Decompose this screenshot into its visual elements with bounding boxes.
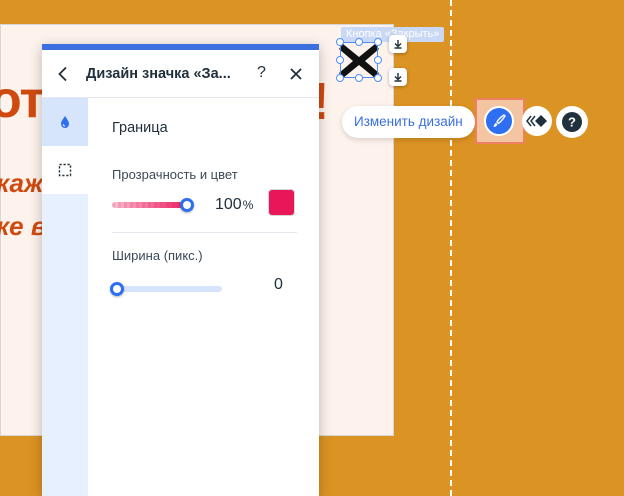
- resize-handle-b[interactable]: [355, 74, 363, 82]
- resize-handle-t[interactable]: [355, 38, 363, 46]
- width-label: Ширина (пикс.): [112, 248, 203, 263]
- canvas-headline: от: [0, 71, 45, 129]
- width-value[interactable]: 0: [274, 276, 283, 294]
- icon-design-panel: Дизайн значка «За... ? Граница Прозрачно…: [42, 44, 319, 496]
- border-color-swatch[interactable]: [268, 189, 295, 216]
- canvas-text-line-2: ке в: [0, 211, 47, 241]
- opacity-slider[interactable]: [112, 198, 194, 212]
- help-circle-icon: ?: [562, 112, 582, 132]
- section-title: Граница: [112, 120, 168, 136]
- design-brush-button[interactable]: [484, 106, 514, 136]
- opacity-unit: %: [242, 198, 254, 212]
- animation-button[interactable]: [522, 106, 552, 136]
- canvas-text-line-1: каж: [0, 168, 44, 198]
- resize-handle-l[interactable]: [336, 56, 344, 64]
- arrow-down-icon: [394, 73, 402, 82]
- help-button[interactable]: ?: [556, 106, 588, 138]
- animation-icon: [526, 115, 547, 127]
- width-slider-knob[interactable]: [110, 282, 124, 296]
- resize-handle-bl[interactable]: [336, 74, 344, 82]
- opacity-number: 100: [215, 196, 242, 213]
- selection-box[interactable]: [340, 42, 378, 78]
- anchor-button[interactable]: [389, 68, 407, 86]
- tab-fill[interactable]: [42, 98, 88, 146]
- opacity-value[interactable]: 100%: [215, 196, 253, 214]
- brush-icon: [493, 114, 506, 127]
- svg-text:?: ?: [568, 115, 576, 130]
- resize-handle-br[interactable]: [374, 74, 382, 82]
- change-design-button[interactable]: Изменить дизайн: [342, 106, 475, 138]
- resize-handle-tr[interactable]: [374, 38, 382, 46]
- back-arrow-icon[interactable]: [56, 66, 70, 82]
- close-icon[interactable]: [289, 67, 303, 81]
- panel-title: Дизайн значка «За...: [86, 66, 231, 82]
- panel-header: Дизайн значка «За... ?: [42, 50, 319, 98]
- panel-side-tabs: [42, 98, 88, 496]
- section-divider: [112, 232, 297, 233]
- arrow-down-icon: [394, 40, 402, 49]
- opacity-slider-knob[interactable]: [180, 198, 194, 212]
- tab-border[interactable]: [42, 146, 88, 194]
- resize-handle-r[interactable]: [374, 56, 382, 64]
- border-dashed-icon: [58, 163, 72, 177]
- width-slider[interactable]: [110, 282, 222, 296]
- fill-drop-icon: [61, 116, 69, 128]
- section-guide-line: [450, 0, 452, 496]
- opacity-label: Прозрачность и цвет: [112, 167, 238, 182]
- panel-help-button[interactable]: ?: [257, 64, 266, 82]
- resize-handle-tl[interactable]: [336, 38, 344, 46]
- stretch-button[interactable]: [389, 35, 407, 53]
